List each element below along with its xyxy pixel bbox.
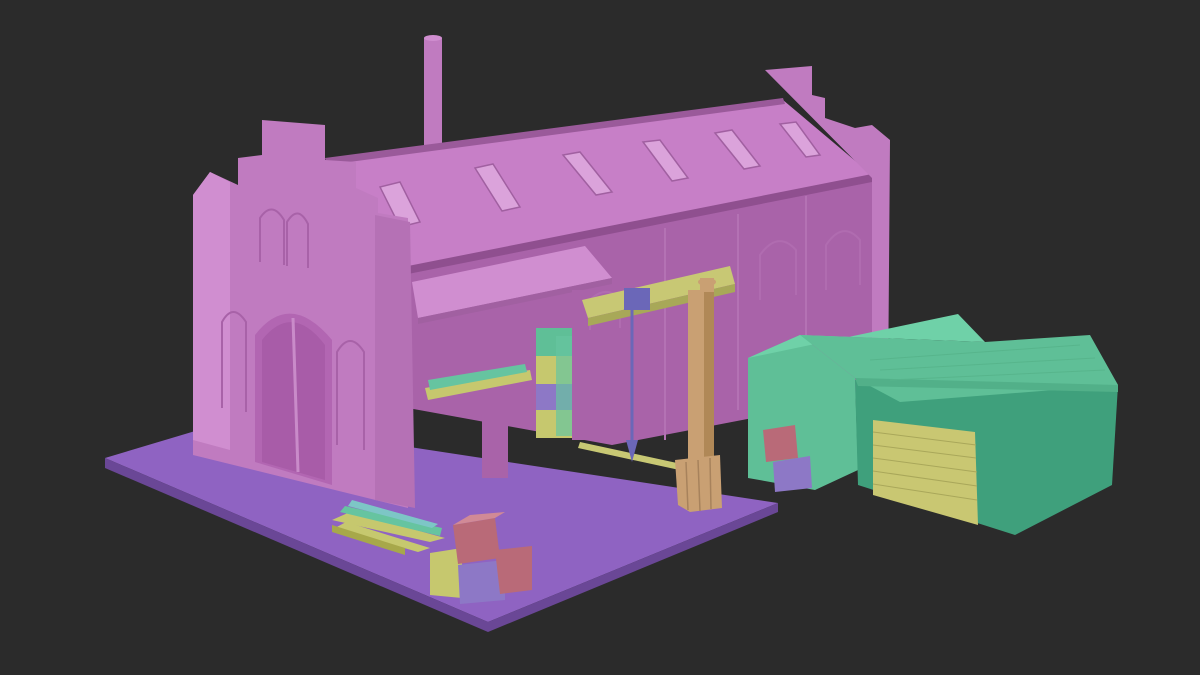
hall-front-wall-shade — [193, 172, 230, 450]
chimney — [424, 35, 442, 148]
front-arch-door — [255, 313, 332, 485]
canopy-post-left — [482, 312, 508, 478]
canopy-post-right — [572, 290, 586, 440]
wall-crate-stack — [536, 328, 572, 438]
viewport-3d-scene — [0, 0, 1200, 675]
crane-trolley — [624, 288, 650, 310]
scene-canvas — [105, 35, 1118, 632]
small-warehouse — [748, 314, 1118, 535]
front-pillar-right — [375, 215, 415, 508]
warehouse-garage-door — [873, 420, 978, 525]
